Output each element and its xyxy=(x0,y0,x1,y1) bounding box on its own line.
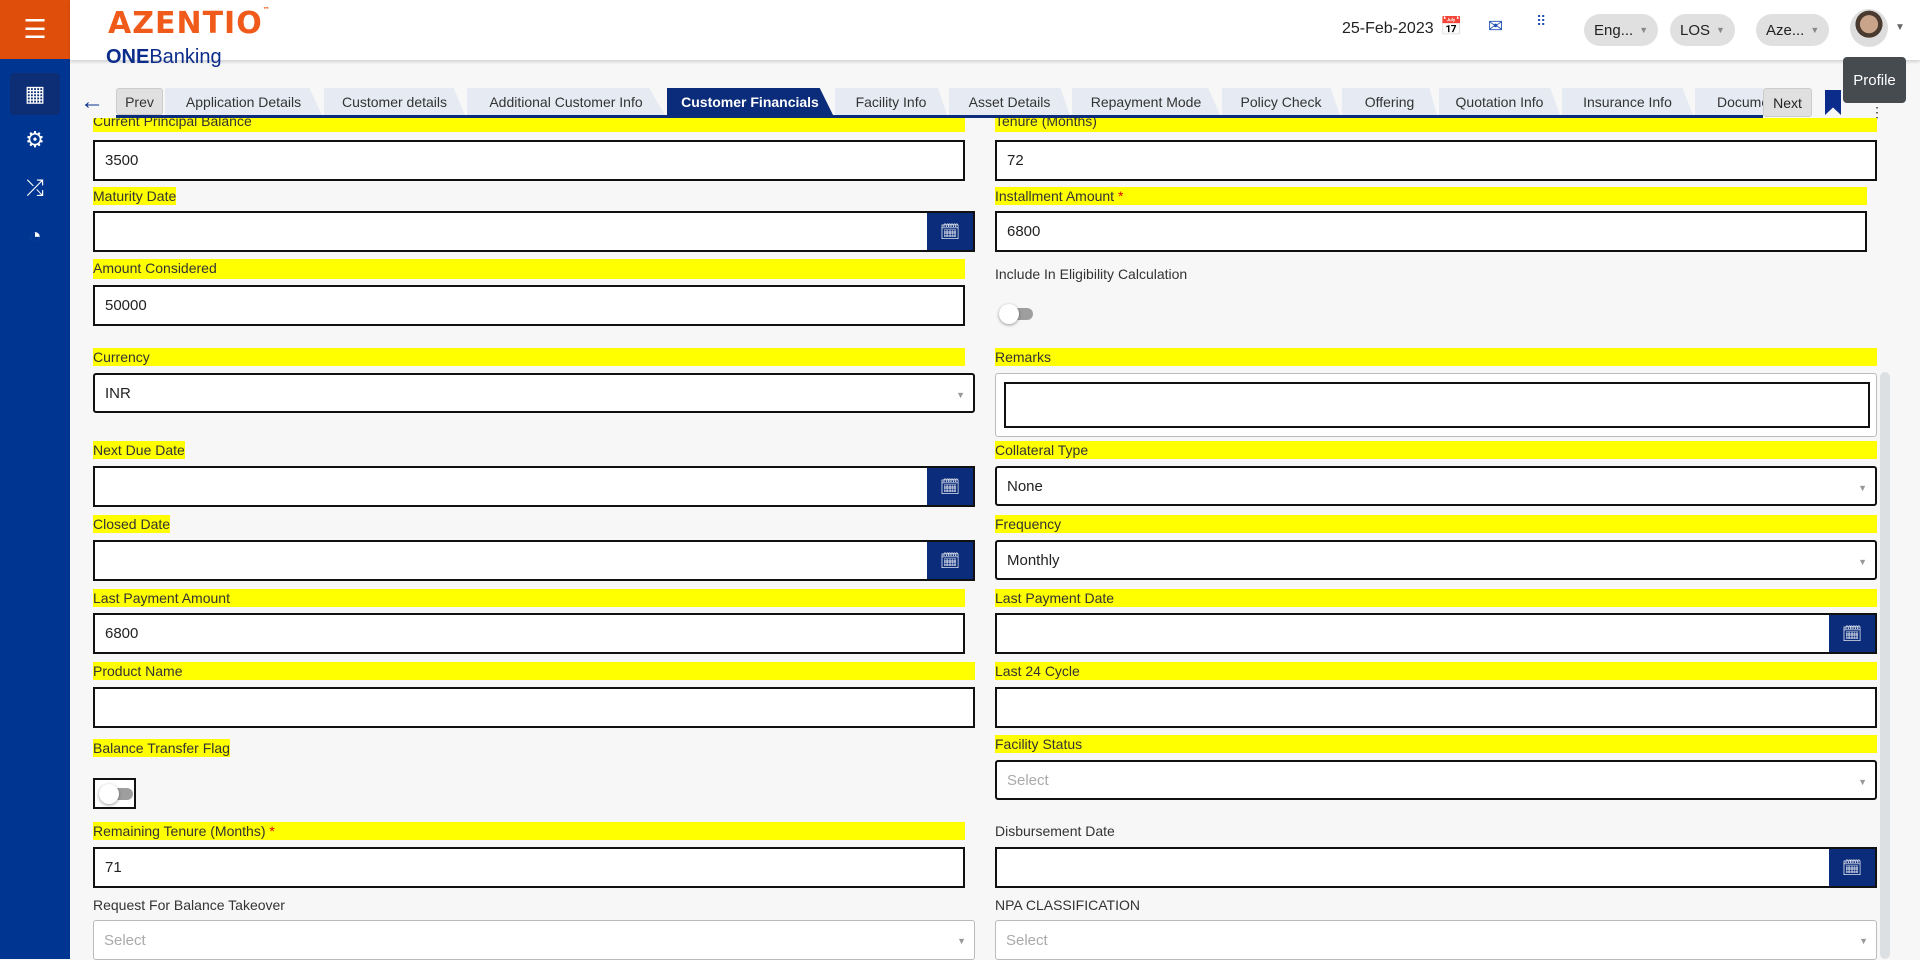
facility-status-select[interactable]: Select ▼ xyxy=(995,760,1877,800)
remarks-wrapper xyxy=(995,373,1877,437)
remaining-tenure-input[interactable]: 71 xyxy=(93,847,965,888)
business-date: 25-Feb-2023 xyxy=(1342,20,1434,37)
entity-dropdown[interactable]: Aze... ▼ xyxy=(1756,14,1830,46)
tab-customer-financials[interactable]: Customer Financials xyxy=(667,88,833,115)
label-installment-amount: Installment Amount * xyxy=(995,187,1867,205)
calendar-icon[interactable]: 🗓 xyxy=(927,542,973,579)
tab-asset-details[interactable]: Asset Details xyxy=(949,88,1070,115)
shuffle-icon[interactable]: ⤮ xyxy=(10,167,60,209)
top-header: AZENTIO™ ONEBanking 25-Feb-2023 📅 ✉ ⠿ En… xyxy=(70,0,1920,68)
installment-amount-input[interactable]: 6800 xyxy=(995,211,1867,252)
calendar-icon[interactable]: 🗓 xyxy=(927,213,973,250)
language-dropdown[interactable]: Eng... ▼ xyxy=(1584,14,1659,46)
label-balance-transfer-flag: Balance Transfer Flag xyxy=(93,739,230,757)
apps-grid-icon[interactable]: ⠿ xyxy=(1536,14,1546,28)
remarks-textarea[interactable] xyxy=(1004,382,1870,428)
disbursement-date-input[interactable]: 🗓 xyxy=(995,847,1877,888)
calendar-icon[interactable]: 🗓 xyxy=(927,468,973,505)
dashboard-grid-icon[interactable]: ▦ xyxy=(10,73,60,115)
tab-bar: Prev Application Details Customer detail… xyxy=(116,88,1763,118)
label-last-payment-amount: Last Payment Amount xyxy=(93,589,965,607)
label-collateral-type: Collateral Type xyxy=(995,441,1877,459)
vertical-scrollbar[interactable] xyxy=(1880,372,1890,959)
profile-tooltip: Profile xyxy=(1843,57,1906,103)
label-frequency: Frequency xyxy=(995,515,1877,533)
caret-down-icon: ▼ xyxy=(1810,25,1820,35)
label-facility-status: Facility Status xyxy=(995,735,1877,753)
closed-date-input[interactable]: 🗓 xyxy=(93,540,975,581)
settings-gear-icon[interactable]: ⚙ xyxy=(10,119,60,161)
balance-transfer-flag-wrapper xyxy=(93,778,136,809)
caret-down-icon: ▼ xyxy=(956,390,965,400)
tab-additional-customer-info[interactable]: Additional Customer Info xyxy=(467,88,665,115)
label-next-due-date: Next Due Date xyxy=(93,441,185,459)
request-balance-takeover-select[interactable]: Select ▼ xyxy=(93,920,975,960)
balance-transfer-flag-toggle[interactable] xyxy=(99,784,135,804)
label-last-payment-date: Last Payment Date xyxy=(995,589,1877,607)
bookmark-icon[interactable] xyxy=(1825,90,1841,115)
mail-icon[interactable]: ✉ xyxy=(1488,16,1503,37)
label-request-balance-takeover: Request For Balance Takeover xyxy=(93,897,285,913)
currency-select[interactable]: INR ▼ xyxy=(93,373,975,413)
caret-down-icon: ▼ xyxy=(1859,936,1868,946)
label-currency: Currency xyxy=(93,348,965,366)
label-current-principal-balance: Current Principal Balance xyxy=(93,118,965,132)
caret-down-icon: ▼ xyxy=(1639,25,1649,35)
next-due-date-input[interactable]: 🗓 xyxy=(93,466,975,507)
last-payment-amount-input[interactable]: 6800 xyxy=(93,613,965,654)
label-npa-classification: NPA CLASSIFICATION xyxy=(995,897,1140,913)
frequency-select[interactable]: Monthly ▼ xyxy=(995,540,1877,580)
caret-down-icon: ▼ xyxy=(957,936,966,946)
tab-application-details[interactable]: Application Details xyxy=(165,88,322,115)
label-remarks: Remarks xyxy=(995,348,1877,366)
module-dropdown[interactable]: LOS ▼ xyxy=(1670,14,1735,46)
label-maturity-date: Maturity Date xyxy=(93,187,177,205)
caret-down-icon: ▼ xyxy=(1858,557,1867,567)
current-principal-balance-input[interactable]: 3500 xyxy=(93,140,965,181)
caret-down-icon: ▼ xyxy=(1716,25,1725,35)
last-payment-date-input[interactable]: 🗓 xyxy=(995,613,1877,654)
profile-caret-icon[interactable]: ▼ xyxy=(1895,22,1905,33)
caret-down-icon: ▼ xyxy=(1858,777,1867,787)
label-include-eligibility: Include In Eligibility Calculation xyxy=(995,266,1188,282)
label-disbursement-date: Disbursement Date xyxy=(995,823,1115,839)
sidebar: ☰ ▦ ⚙ ⤮ ◔ xyxy=(0,0,70,959)
tab-policy-check[interactable]: Policy Check xyxy=(1222,88,1340,115)
label-remaining-tenure: Remaining Tenure (Months) * xyxy=(93,822,965,840)
label-amount-considered: Amount Considered xyxy=(93,259,965,279)
include-eligibility-toggle[interactable] xyxy=(999,304,1035,324)
next-button[interactable]: Next xyxy=(1763,88,1812,117)
tab-documents[interactable]: Docume xyxy=(1695,88,1763,115)
collateral-type-select[interactable]: None ▼ xyxy=(995,466,1877,506)
tab-insurance-info[interactable]: Insurance Info xyxy=(1562,88,1693,115)
profile-avatar[interactable] xyxy=(1850,9,1888,47)
amount-considered-input[interactable]: 50000 xyxy=(93,285,965,326)
tab-repayment-mode[interactable]: Repayment Mode xyxy=(1072,88,1220,115)
caret-down-icon: ▼ xyxy=(1858,483,1867,493)
maturity-date-input[interactable]: 🗓 xyxy=(93,211,975,252)
tab-customer-details[interactable]: Customer details xyxy=(324,88,465,115)
label-tenure: Tenure (Months) xyxy=(995,118,1877,132)
tab-offering[interactable]: Offering xyxy=(1342,88,1437,115)
label-closed-date: Closed Date xyxy=(93,515,171,533)
calendar-icon[interactable]: 🗓 xyxy=(1829,615,1875,652)
label-last-24-cycle: Last 24 Cycle xyxy=(995,662,1877,680)
npa-classification-select[interactable]: Select ▼ xyxy=(995,920,1877,960)
pie-chart-icon[interactable]: ◔ xyxy=(10,215,60,257)
calendar-icon[interactable]: 📅 xyxy=(1440,16,1462,37)
product-name-input[interactable] xyxy=(93,687,975,728)
back-arrow-icon[interactable]: ← xyxy=(80,88,104,116)
last-24-cycle-input[interactable] xyxy=(995,687,1877,728)
onebanking-logo: ONEBanking xyxy=(106,46,222,68)
prev-button[interactable]: Prev xyxy=(116,88,163,115)
azentio-logo: AZENTIO™ xyxy=(108,6,271,41)
hamburger-menu-icon[interactable]: ☰ xyxy=(0,0,70,59)
tab-facility-info[interactable]: Facility Info xyxy=(835,88,947,115)
tenure-input[interactable]: 72 xyxy=(995,140,1877,181)
calendar-icon[interactable]: 🗓 xyxy=(1829,849,1875,886)
label-product-name: Product Name xyxy=(93,662,975,680)
tab-quotation-info[interactable]: Quotation Info xyxy=(1439,88,1560,115)
